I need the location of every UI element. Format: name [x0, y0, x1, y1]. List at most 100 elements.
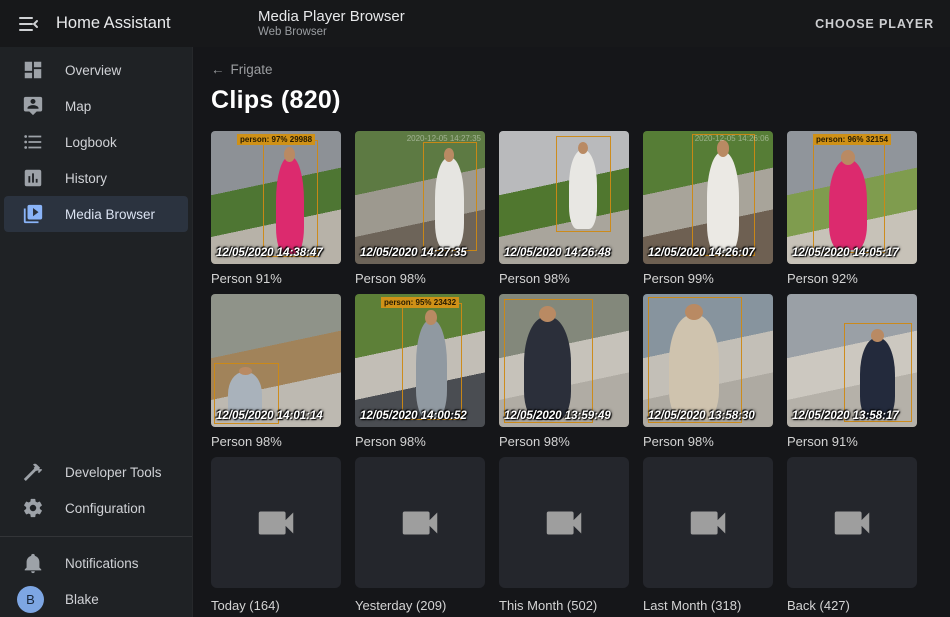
- detection-label-chip: person: 95% 23432: [381, 297, 459, 308]
- clip-thumbnail[interactable]: person: 97% 29988 12/05/2020 14:38:47: [211, 131, 341, 264]
- folder-item-this-month[interactable]: This Month (502): [499, 457, 629, 613]
- sidebar: Overview Map Logbook History Media Brows: [0, 47, 193, 617]
- clip-caption: Person 99%: [643, 271, 773, 286]
- folder-item-yesterday[interactable]: Yesterday (209): [355, 457, 485, 613]
- sidebar-item-notifications[interactable]: Notifications: [4, 545, 188, 581]
- folder-label: Today (164): [211, 598, 341, 613]
- breadcrumb-back-link[interactable]: ← Frigate: [211, 62, 273, 77]
- clip-thumbnail[interactable]: person: 96% 32154 12/05/2020 14:05:17: [787, 131, 917, 264]
- clip-timestamp-overlay: 12/05/2020 14:05:17: [792, 247, 899, 259]
- clip-timestamp-overlay: 12/05/2020 14:26:07: [648, 247, 755, 259]
- clip-thumbnail[interactable]: 12/05/2020 14:26:48: [499, 131, 629, 264]
- sidebar-item-label: Media Browser: [65, 207, 155, 222]
- detection-bbox: [813, 144, 885, 253]
- clip-item[interactable]: 12/05/2020 13:58:17 Person 91%: [787, 294, 917, 449]
- folder-tile[interactable]: [643, 457, 773, 588]
- home-assistant-app: Home Assistant Media Player Browser Web …: [0, 0, 950, 617]
- bell-icon: [22, 552, 44, 574]
- media-player-title-block: Media Player Browser Web Browser: [258, 8, 405, 40]
- clip-thumbnail[interactable]: 12/05/2020 13:59:49: [499, 294, 629, 427]
- sidebar-item-label: History: [65, 171, 107, 186]
- folder-tile[interactable]: [355, 457, 485, 588]
- user-name: Blake: [65, 592, 99, 607]
- sidebar-item-configuration[interactable]: Configuration: [4, 490, 188, 526]
- clip-item[interactable]: 12/05/2020 14:01:14 Person 98%: [211, 294, 341, 449]
- sidebar-item-label: Overview: [65, 63, 121, 78]
- clip-item[interactable]: person: 96% 32154 12/05/2020 14:05:17 Pe…: [787, 131, 917, 286]
- clip-caption: Person 98%: [355, 271, 485, 286]
- clip-item[interactable]: 2020-12-05 14:26:06 12/05/2020 14:26:07 …: [643, 131, 773, 286]
- folder-tile[interactable]: [211, 457, 341, 588]
- view-dashboard-icon: [22, 59, 44, 81]
- sidebar-item-label: Developer Tools: [65, 465, 162, 480]
- person-figure: [524, 317, 571, 419]
- video-camera-icon: [541, 500, 587, 546]
- clip-caption: Person 92%: [787, 271, 917, 286]
- folder-label: Last Month (318): [643, 598, 773, 613]
- person-figure: [416, 320, 447, 417]
- folder-label: Back (427): [787, 598, 917, 613]
- folder-tile[interactable]: [787, 457, 917, 588]
- player-target-subtitle: Web Browser: [258, 26, 405, 40]
- detection-bbox: [263, 140, 318, 257]
- sidebar-spacer: [0, 232, 192, 454]
- video-camera-icon: [253, 500, 299, 546]
- top-app-bar: Home Assistant Media Player Browser Web …: [0, 0, 950, 47]
- clip-timestamp-overlay: 12/05/2020 14:27:35: [360, 247, 467, 259]
- clip-caption: Person 91%: [211, 271, 341, 286]
- clip-item[interactable]: 12/05/2020 13:59:49 Person 98%: [499, 294, 629, 449]
- detection-bbox: [423, 142, 478, 251]
- video-camera-icon: [685, 500, 731, 546]
- hammer-icon: [22, 461, 44, 483]
- clip-timestamp-overlay: 12/05/2020 14:00:52: [360, 410, 467, 422]
- detection-bbox: [648, 297, 742, 423]
- clip-timestamp-overlay: 12/05/2020 13:58:30: [648, 410, 755, 422]
- gear-icon: [22, 497, 44, 519]
- person-figure: [669, 315, 718, 419]
- sidebar-item-overview[interactable]: Overview: [4, 52, 188, 88]
- detection-bbox: [504, 299, 592, 423]
- detection-bbox: [556, 136, 611, 232]
- folder-item-today[interactable]: Today (164): [211, 457, 341, 613]
- clip-thumbnail[interactable]: 12/05/2020 13:58:30: [643, 294, 773, 427]
- camera-osd-timestamp: 2020-12-05 14:27:35: [407, 134, 481, 143]
- clip-caption: Person 98%: [643, 434, 773, 449]
- sidebar-item-profile[interactable]: B Blake: [4, 581, 188, 617]
- clip-item[interactable]: person: 97% 29988 12/05/2020 14:38:47 Pe…: [211, 131, 341, 286]
- page-header-title: Media Player Browser: [258, 8, 405, 26]
- clip-item[interactable]: person: 95% 23432 12/05/2020 14:00:52 Pe…: [355, 294, 485, 449]
- clip-caption: Person 98%: [499, 271, 629, 286]
- clip-caption: Person 98%: [211, 434, 341, 449]
- page-title: Clips (820): [211, 86, 950, 115]
- app-brand-title: Home Assistant: [56, 14, 171, 33]
- sidebar-item-logbook[interactable]: Logbook: [4, 124, 188, 160]
- choose-player-button[interactable]: CHOOSE PLAYER: [815, 17, 934, 31]
- clip-thumbnail[interactable]: 12/05/2020 13:58:17: [787, 294, 917, 427]
- sidebar-toggle-icon[interactable]: [16, 12, 40, 36]
- bar-chart-box-icon: [22, 167, 44, 189]
- clip-thumbnail[interactable]: 2020-12-05 14:27:35 12/05/2020 14:27:35: [355, 131, 485, 264]
- clip-item[interactable]: 12/05/2020 13:58:30 Person 98%: [643, 294, 773, 449]
- person-figure: [829, 160, 867, 250]
- folder-item-last-month[interactable]: Last Month (318): [643, 457, 773, 613]
- sidebar-item-label: Logbook: [65, 135, 117, 150]
- sidebar-item-map[interactable]: Map: [4, 88, 188, 124]
- sidebar-item-developer-tools[interactable]: Developer Tools: [4, 454, 188, 490]
- clip-thumbnail[interactable]: 2020-12-05 14:26:06 12/05/2020 14:26:07: [643, 131, 773, 264]
- clip-item[interactable]: 2020-12-05 14:27:35 12/05/2020 14:27:35 …: [355, 131, 485, 286]
- folder-tile[interactable]: [499, 457, 629, 588]
- play-box-multiple-icon: [22, 203, 44, 225]
- clip-item[interactable]: 12/05/2020 14:26:48 Person 98%: [499, 131, 629, 286]
- detection-bbox: [402, 303, 462, 420]
- video-camera-icon: [829, 500, 875, 546]
- folder-item-back[interactable]: Back (427): [787, 457, 917, 613]
- tooltip-account-icon: [22, 95, 44, 117]
- clip-thumbnail[interactable]: person: 95% 23432 12/05/2020 14:00:52: [355, 294, 485, 427]
- sidebar-item-history[interactable]: History: [4, 160, 188, 196]
- clip-caption: Person 98%: [499, 434, 629, 449]
- sidebar-item-media-browser[interactable]: Media Browser: [4, 196, 188, 232]
- person-figure: [707, 152, 740, 253]
- clip-thumbnail[interactable]: 12/05/2020 14:01:14: [211, 294, 341, 427]
- sidebar-item-label: Map: [65, 99, 91, 114]
- detection-bbox: [692, 134, 754, 256]
